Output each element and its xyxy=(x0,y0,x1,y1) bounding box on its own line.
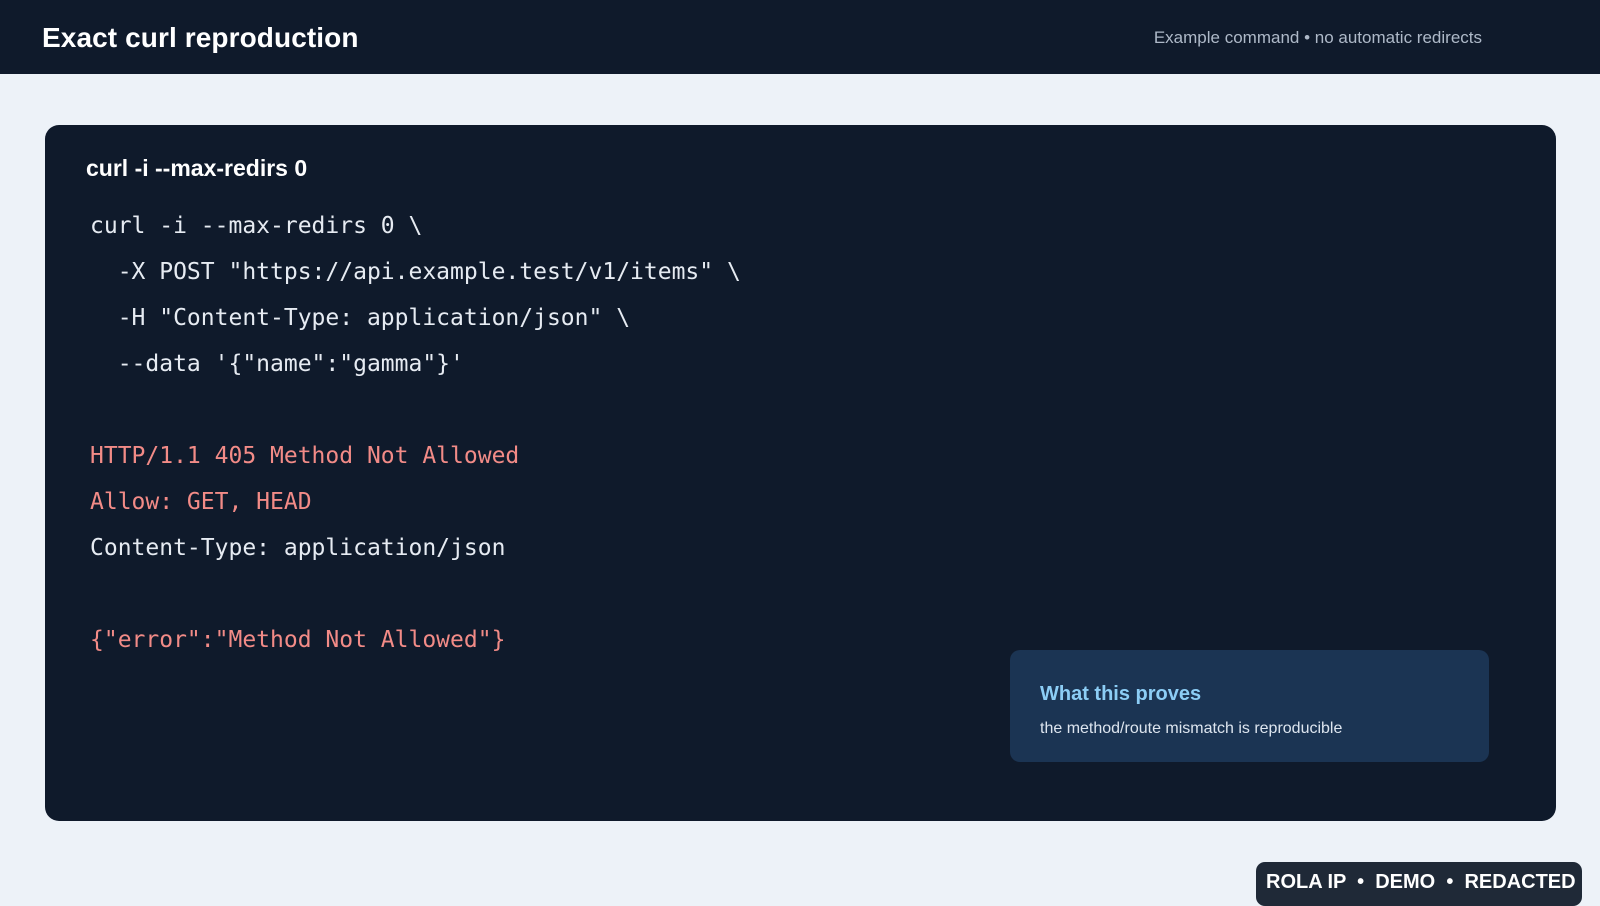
note-text: the method/route mismatch is reproducibl… xyxy=(1040,720,1343,737)
panel-title: curl -i --max-redirs 0 xyxy=(86,155,308,181)
command-line: --data '{"name":"gamma"}' xyxy=(90,351,464,377)
command-line: curl -i --max-redirs 0 \ xyxy=(90,213,423,239)
note-card: What this proves the method/route mismat… xyxy=(1010,650,1489,762)
note-title: What this proves xyxy=(1040,683,1202,705)
page-title: Exact curl reproduction xyxy=(42,22,359,53)
response-status-line: HTTP/1.1 405 Method Not Allowed xyxy=(90,443,520,469)
watermark-text: ROLA IP • DEMO • REDACTED xyxy=(1266,871,1576,893)
command-line: -X POST "https://api.example.test/v1/ite… xyxy=(90,259,741,285)
header-bar: Exact curl reproduction Example command … xyxy=(0,0,1600,74)
response-content-type-header: Content-Type: application/json xyxy=(90,535,506,561)
watermark-badge: ROLA IP • DEMO • REDACTED xyxy=(1256,862,1582,906)
command-line: -H "Content-Type: application/json" \ xyxy=(90,305,631,331)
code-panel: curl -i --max-redirs 0 curl -i --max-red… xyxy=(45,125,1556,821)
response-allow-header: Allow: GET, HEAD xyxy=(90,489,312,515)
header-subtitle: Example command • no automatic redirects xyxy=(1153,28,1482,47)
response-body-line: {"error":"Method Not Allowed"} xyxy=(90,627,506,653)
